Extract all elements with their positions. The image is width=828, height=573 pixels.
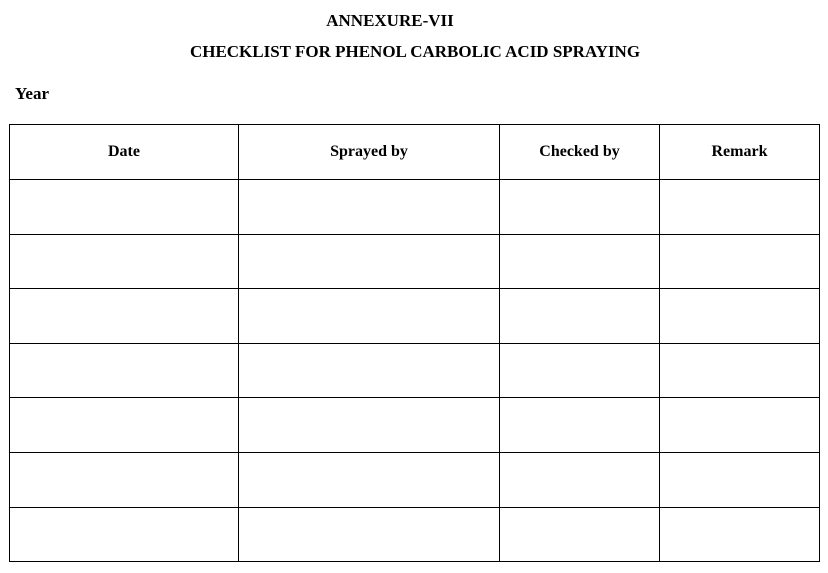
year-label: Year	[15, 84, 49, 103]
cell-remark[interactable]	[659, 451, 820, 508]
cell-remark[interactable]	[659, 506, 820, 563]
column-header-sprayed-by: Sprayed by	[238, 124, 500, 180]
cell-date[interactable]	[9, 506, 239, 563]
document-title: CHECKLIST FOR PHENOL CARBOLIC ACID SPRAY…	[189, 42, 641, 61]
cell-remark[interactable]	[659, 342, 820, 399]
cell-sprayed-by[interactable]	[238, 233, 500, 290]
cell-checked-by[interactable]	[499, 397, 660, 453]
cell-checked-by[interactable]	[499, 451, 660, 508]
table-row	[9, 342, 820, 399]
column-header-date: Date	[9, 124, 239, 180]
cell-date[interactable]	[9, 451, 239, 508]
cell-sprayed-by[interactable]	[238, 179, 500, 235]
cell-remark[interactable]	[659, 288, 820, 344]
cell-checked-by[interactable]	[499, 288, 660, 344]
cell-date[interactable]	[9, 179, 239, 235]
table-row	[9, 233, 820, 290]
cell-sprayed-by[interactable]	[238, 288, 500, 344]
cell-checked-by[interactable]	[499, 506, 660, 563]
cell-date[interactable]	[9, 288, 239, 344]
cell-sprayed-by[interactable]	[238, 451, 500, 508]
cell-remark[interactable]	[659, 233, 820, 290]
cell-checked-by[interactable]	[499, 233, 660, 290]
checklist-table: Date Sprayed by Checked by Remark	[9, 124, 820, 563]
table-row	[9, 179, 820, 235]
cell-checked-by[interactable]	[499, 179, 660, 235]
cell-date[interactable]	[9, 342, 239, 399]
table-row	[9, 288, 820, 344]
cell-remark[interactable]	[659, 179, 820, 235]
table-row	[9, 397, 820, 453]
table-row	[9, 451, 820, 508]
cell-date[interactable]	[9, 233, 239, 290]
column-header-remark: Remark	[659, 124, 820, 180]
cell-sprayed-by[interactable]	[238, 342, 500, 399]
column-header-checked-by: Checked by	[499, 124, 660, 180]
table-header-row: Date Sprayed by Checked by Remark	[9, 124, 820, 180]
table-row	[9, 506, 820, 563]
annexure-heading: ANNEXURE-VII	[326, 11, 454, 30]
cell-date[interactable]	[9, 397, 239, 453]
cell-checked-by[interactable]	[499, 342, 660, 399]
cell-sprayed-by[interactable]	[238, 506, 500, 563]
cell-remark[interactable]	[659, 397, 820, 453]
cell-sprayed-by[interactable]	[238, 397, 500, 453]
